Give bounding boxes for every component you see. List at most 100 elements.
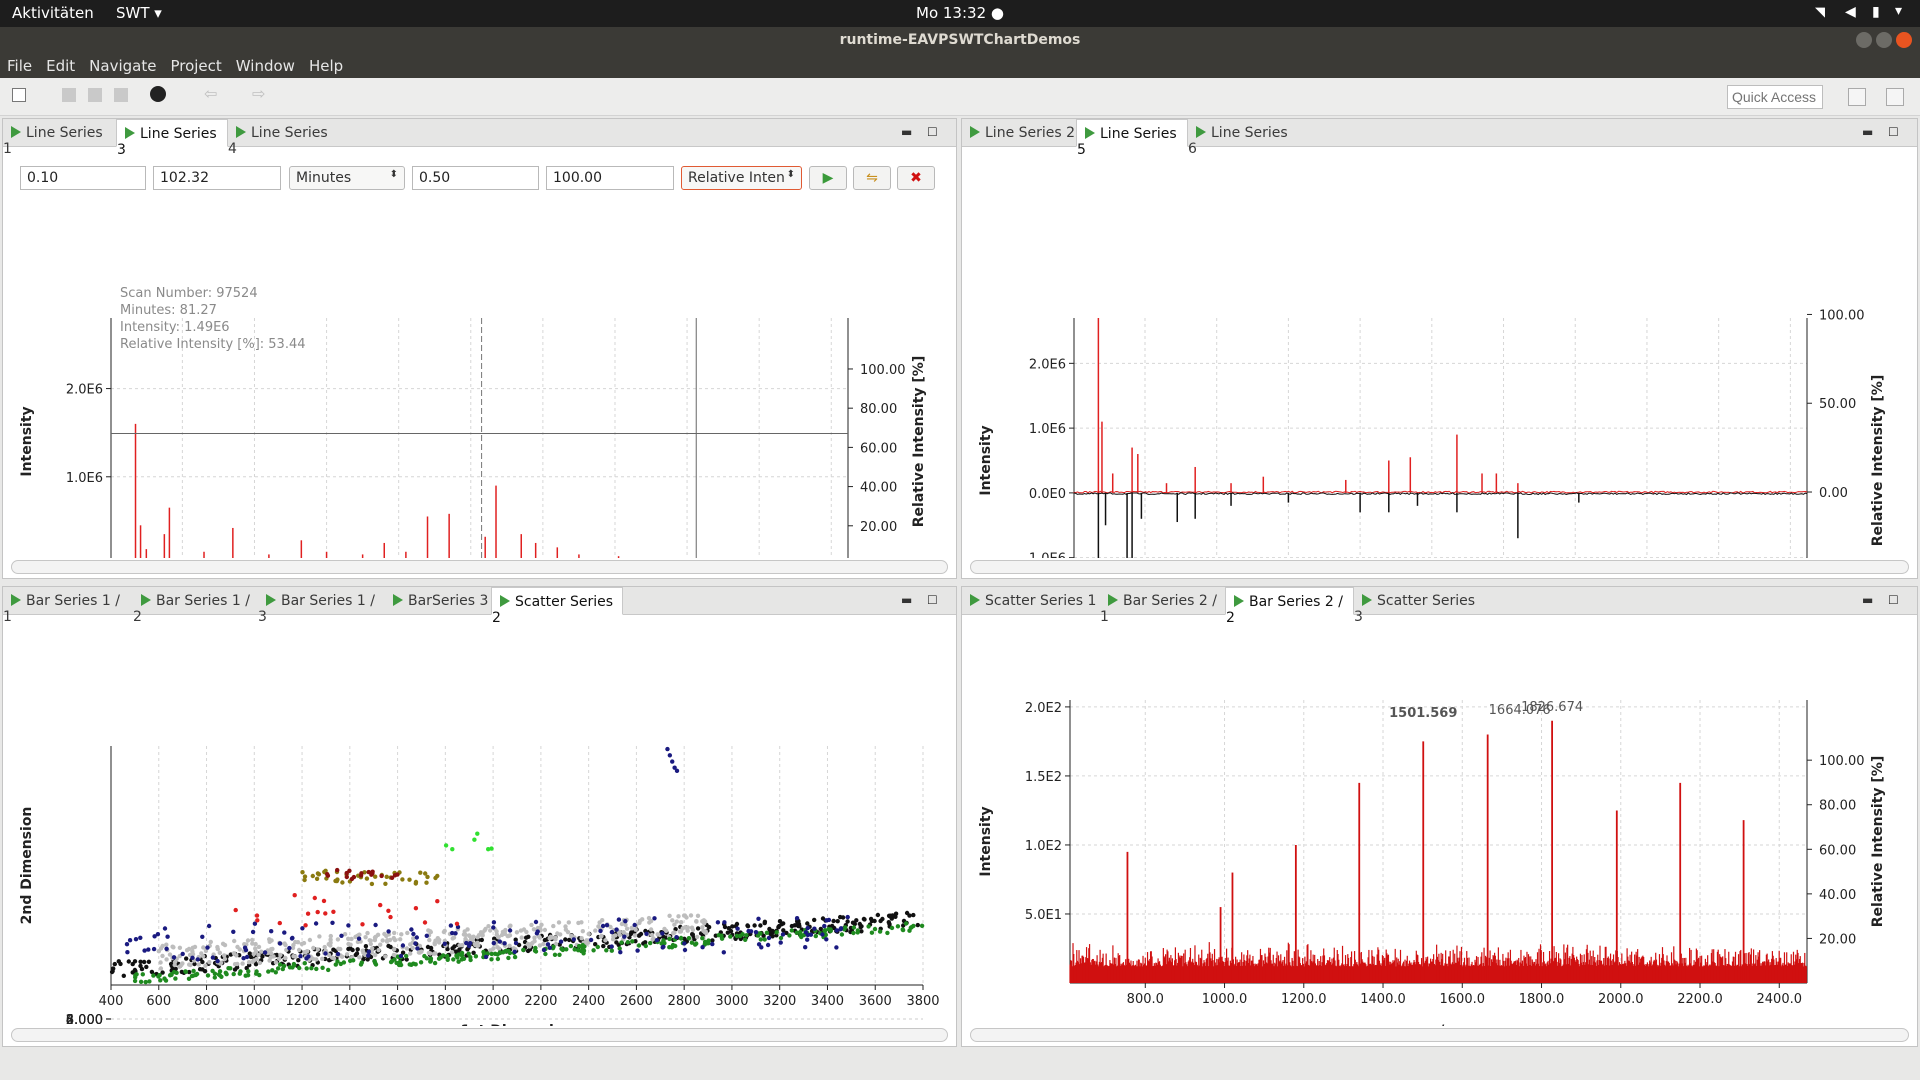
minimize-icon[interactable] bbox=[1856, 32, 1872, 48]
tab-line-series-4[interactable]: Line Series 4 bbox=[228, 119, 340, 157]
scatter-point bbox=[164, 942, 169, 947]
tab-scatter-series-3[interactable]: Scatter Series 3 bbox=[1354, 587, 1484, 625]
maximize-view-icon[interactable]: ☐ bbox=[927, 593, 938, 607]
scatter-point bbox=[442, 941, 447, 946]
scatter-point bbox=[418, 960, 424, 965]
save-icon[interactable] bbox=[62, 88, 76, 102]
perspective-icon[interactable] bbox=[150, 86, 166, 102]
scatter-point bbox=[207, 960, 212, 965]
menu-navigate[interactable]: Navigate bbox=[82, 54, 163, 75]
scatter-point bbox=[885, 930, 890, 936]
scatter-point bbox=[824, 937, 829, 942]
back-icon[interactable]: ⇦ bbox=[204, 84, 217, 103]
scatter-point bbox=[162, 926, 168, 931]
scatter-point bbox=[235, 961, 240, 967]
horizontal-scrollbar[interactable] bbox=[11, 560, 948, 574]
line-series-3-chart[interactable]: 10.0020.0030.0040.0050.0060.0070.0080.00… bbox=[3, 148, 958, 558]
scatter-point bbox=[619, 940, 624, 945]
new-icon[interactable] bbox=[12, 88, 26, 102]
menu-window[interactable]: Window bbox=[229, 54, 302, 75]
scatter-point bbox=[878, 918, 883, 924]
scatter-point bbox=[380, 938, 385, 943]
menu-edit[interactable]: Edit bbox=[39, 54, 82, 75]
scatter-point bbox=[349, 876, 355, 882]
scatter-point bbox=[566, 920, 571, 925]
horizontal-scrollbar[interactable] bbox=[970, 560, 1909, 574]
minimize-view-icon[interactable]: ▬ bbox=[901, 593, 912, 607]
minimize-view-icon[interactable]: ▬ bbox=[1862, 593, 1873, 607]
quick-access-input[interactable] bbox=[1727, 85, 1823, 109]
line-series-5-chart[interactable]: 10.0020.0030.0040.0050.0060.0070.0080.00… bbox=[962, 148, 1919, 558]
tab-barseries-3[interactable]: BarSeries 3 bbox=[385, 587, 491, 615]
menu-project[interactable]: Project bbox=[163, 54, 228, 75]
bar-series-2-2-chart[interactable]: 800.0 1000.0 1200.0 1400.0 1600.0 1800.0 2000.… bbox=[962, 616, 1919, 1026]
battery-icon[interactable]: ▮ bbox=[1872, 4, 1880, 20]
tab-bar-series-1-1[interactable]: Bar Series 1 / 1 bbox=[3, 587, 133, 625]
scatter-point bbox=[370, 946, 375, 951]
scatter-point bbox=[291, 961, 297, 967]
scatter-point bbox=[432, 960, 438, 966]
horizontal-scrollbar[interactable] bbox=[970, 1028, 1909, 1042]
maximize-view-icon[interactable]: ☐ bbox=[1888, 125, 1899, 139]
scatter-point bbox=[725, 930, 730, 935]
scatter-point bbox=[231, 929, 236, 934]
scatter-point bbox=[301, 940, 307, 946]
scatter-point bbox=[774, 930, 779, 935]
scatter-point bbox=[479, 937, 484, 943]
scatter-point bbox=[497, 946, 502, 951]
volume-icon[interactable]: ◀ bbox=[1845, 4, 1856, 20]
tab-bar-series-2-1[interactable]: Bar Series 2 / 1 bbox=[1100, 587, 1225, 625]
tab-line-series-5[interactable]: Line Series 5 bbox=[1076, 119, 1188, 158]
scatter-point bbox=[456, 959, 461, 964]
scatter-point bbox=[232, 967, 238, 972]
scatter-point bbox=[682, 947, 688, 953]
tab-scatter-series-1[interactable]: Scatter Series 1 bbox=[962, 587, 1100, 615]
minimize-view-icon[interactable]: ▬ bbox=[901, 125, 912, 139]
close-icon[interactable] bbox=[1896, 32, 1912, 48]
scatter-point bbox=[419, 949, 424, 954]
tab-line-series-3[interactable]: Line Series 3 bbox=[116, 119, 228, 158]
tab-scatter-series-2[interactable]: Scatter Series 2 bbox=[491, 587, 623, 626]
scatter-point bbox=[840, 915, 846, 920]
x-tick-label: 1000 bbox=[238, 994, 271, 1009]
tab-line-series-6[interactable]: Line Series 6 bbox=[1188, 119, 1300, 157]
horizontal-scrollbar[interactable] bbox=[11, 1028, 948, 1042]
tab-line-series-2[interactable]: Line Series 2 bbox=[962, 119, 1076, 147]
forward-icon[interactable]: ⇨ bbox=[252, 84, 265, 103]
window-title-bar: runtime-EAVPSWTChartDemos bbox=[0, 27, 1920, 54]
x-tick-label: 1200 bbox=[286, 994, 319, 1009]
maximize-view-icon[interactable]: ☐ bbox=[1888, 593, 1899, 607]
scatter-point bbox=[493, 951, 498, 956]
save-all-icon[interactable] bbox=[88, 88, 102, 102]
scatter-point bbox=[768, 928, 773, 934]
tab-bar-series-1-3[interactable]: Bar Series 1 / 3 bbox=[258, 587, 385, 625]
scatter-point bbox=[335, 937, 341, 942]
y-axis-title: Intensity bbox=[978, 806, 994, 876]
menu-file[interactable]: File bbox=[0, 54, 39, 75]
scatter-point bbox=[838, 926, 844, 931]
scatter-point bbox=[778, 940, 783, 945]
tab-bar-series-2-2[interactable]: Bar Series 2 / 2 bbox=[1225, 587, 1354, 626]
scatter-point bbox=[423, 871, 428, 876]
clock[interactable]: Mo 13:32 ● bbox=[0, 4, 1920, 22]
network-icon[interactable]: ◥ bbox=[1815, 5, 1825, 20]
scatter-point bbox=[143, 979, 148, 985]
scatter-point bbox=[384, 874, 389, 879]
scatter-point bbox=[805, 937, 810, 942]
minimize-view-icon[interactable]: ▬ bbox=[1862, 125, 1873, 139]
scatter-point bbox=[360, 948, 365, 953]
tab-line-series-1[interactable]: Line Series 1 bbox=[3, 119, 116, 157]
menu-help[interactable]: Help bbox=[302, 54, 350, 75]
scatter-point bbox=[541, 941, 546, 947]
system-menu-icon[interactable]: ▾ bbox=[1895, 3, 1902, 19]
open-perspective-icon[interactable] bbox=[1848, 88, 1866, 106]
scatter-point bbox=[192, 944, 198, 950]
tab-bar-series-1-2[interactable]: Bar Series 1 / 2 bbox=[133, 587, 258, 625]
maximize-icon[interactable] bbox=[1876, 32, 1892, 48]
scatter-point bbox=[160, 953, 165, 959]
maximize-view-icon[interactable]: ☐ bbox=[927, 125, 938, 139]
java-perspective-icon[interactable] bbox=[1886, 88, 1904, 106]
print-icon[interactable] bbox=[114, 88, 128, 102]
scatter-point bbox=[293, 939, 298, 945]
scatter-series-2-chart[interactable]: 400 600 800 1000 1200 1400 1600 1800 2000 2200 240… bbox=[3, 616, 958, 1026]
